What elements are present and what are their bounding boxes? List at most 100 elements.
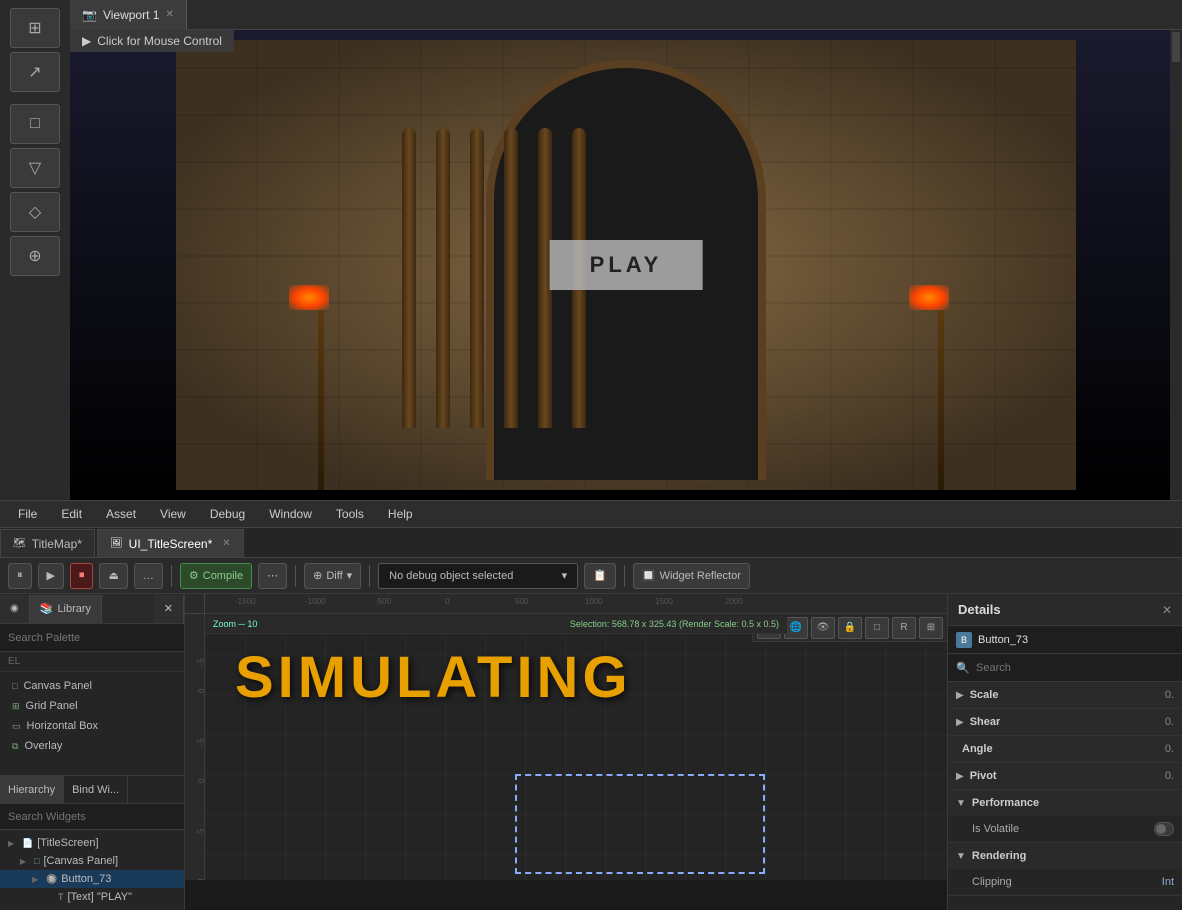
ruler-num-7: 1500 xyxy=(655,597,673,606)
step-btn[interactable]: ▶ xyxy=(38,563,64,589)
pause-btn[interactable]: ⏸ xyxy=(8,563,32,589)
tab-ui-titlescreen[interactable]: 🖼 UI_TitleScreen* ✕ xyxy=(97,529,244,557)
canvas-info-bar: Zoom ─ 10 Selection: 568.78 x 325.43 (Re… xyxy=(205,614,787,634)
compile-btn[interactable]: ⚙ Compile xyxy=(180,563,252,589)
section-performance-header[interactable]: ▼ Performance xyxy=(948,790,1182,816)
widget-grid-panel[interactable]: ⊞ Grid Panel xyxy=(0,696,184,716)
ruler-num-3: -500 xyxy=(375,597,391,606)
hbox-icon: ▭ xyxy=(12,721,21,732)
compile-options-btn[interactable]: ⋯ xyxy=(258,563,287,589)
hier-lock-btn[interactable]: 🔒 xyxy=(150,874,161,885)
section-rendering-header[interactable]: ▼ Rendering xyxy=(948,843,1182,869)
details-title: Details xyxy=(958,602,1001,617)
rendering-arrow: ▼ xyxy=(956,851,966,862)
viewport-close-btn[interactable]: ✕ xyxy=(165,9,173,20)
debug-icon-btn[interactable]: 📋 xyxy=(584,563,616,589)
gate-bar-4 xyxy=(504,128,518,428)
hier-eye-btn-2[interactable]: 👁 xyxy=(165,892,176,903)
section-scale-header[interactable]: ▶ Scale 0. xyxy=(948,682,1182,708)
toolbar-btn-2[interactable]: ↗ xyxy=(10,52,60,92)
canvas-globe-btn[interactable]: 🌐 xyxy=(784,617,808,639)
canvas-r-btn[interactable]: R xyxy=(892,617,916,639)
menu-file[interactable]: File xyxy=(8,503,47,525)
hierarchy-tab[interactable]: Hierarchy xyxy=(0,776,64,804)
menu-debug[interactable]: Debug xyxy=(200,503,255,525)
castle-scene: PLAY xyxy=(176,40,1076,490)
torch-stand-right xyxy=(938,310,944,490)
toolbar-btn-3[interactable]: □ xyxy=(10,104,60,144)
button73-label: Button_73 xyxy=(61,873,111,885)
hier-play-text[interactable]: T [Text] "PLAY" 🔒 👁 xyxy=(0,888,184,906)
stop-btn[interactable]: ⏹ xyxy=(70,563,94,589)
palette-tab-search[interactable]: ◉ xyxy=(0,595,30,623)
debug-dropdown[interactable]: No debug object selected ▾ xyxy=(378,563,578,589)
hier-eye-btn[interactable]: 👁 xyxy=(165,874,176,885)
palette-tab-library[interactable]: 📚 Library xyxy=(30,595,102,623)
compile-icon: ⚙ xyxy=(189,569,199,582)
hier-titlescreen[interactable]: ▶ 📄 [TitleScreen] xyxy=(0,834,184,852)
canvas-square-btn[interactable]: □ xyxy=(865,617,889,639)
mouse-control-arrow: ▶ xyxy=(82,34,91,48)
diff-arrow: ▾ xyxy=(347,569,353,582)
canvas-grid-btn[interactable]: ⊞ xyxy=(919,617,943,639)
details-search-input[interactable] xyxy=(948,654,1182,682)
canvas-lock-btn[interactable]: 🔒 xyxy=(838,617,862,639)
bind-widgets-tab[interactable]: Bind Wi... xyxy=(64,776,128,804)
scale-label: Scale xyxy=(970,689,1159,701)
diff-btn[interactable]: ⊕ Diff ▾ xyxy=(304,563,361,589)
canvas-panel-tree-label: [Canvas Panel] xyxy=(43,855,118,867)
widget-reflector-btn[interactable]: 🔲 Widget Reflector xyxy=(633,563,750,589)
canvas-content[interactable]: SIMULATING xyxy=(205,614,947,880)
is-volatile-toggle[interactable] xyxy=(1154,822,1174,836)
search-icon: 🔍 xyxy=(956,662,970,675)
toolbar-btn-1[interactable]: ⊞ xyxy=(10,8,60,48)
toolbar-btn-5[interactable]: ◇ xyxy=(10,192,60,232)
menu-view[interactable]: View xyxy=(150,503,196,525)
shear-label: Shear xyxy=(970,716,1159,728)
text-icon: T xyxy=(58,892,64,902)
hier-button73[interactable]: ▶ 🔘 Button_73 🔒 👁 xyxy=(0,870,184,888)
section-pivot-header[interactable]: ▶ Pivot 0. xyxy=(948,763,1182,789)
titlescreen-label: [TitleScreen] xyxy=(37,837,98,849)
toolbar-btn-6[interactable]: ⊕ xyxy=(10,236,60,276)
tab-titlemap[interactable]: 🗺 TitleMap* xyxy=(0,529,95,557)
toolbar-btn-4[interactable]: ▽ xyxy=(10,148,60,188)
viewport-bg[interactable]: PLAY xyxy=(70,30,1182,500)
section-angle-header[interactable]: Angle 0. xyxy=(948,736,1182,762)
reflector-label: Widget Reflector xyxy=(660,570,741,582)
viewport-tab-icon: 📷 xyxy=(82,8,97,22)
search-palette-input[interactable] xyxy=(0,624,184,652)
hier-canvas-panel[interactable]: ▶ □ [Canvas Panel] xyxy=(0,852,184,870)
options-btn[interactable]: … xyxy=(134,563,163,589)
details-close-btn[interactable]: ✕ xyxy=(1162,603,1172,617)
menu-help[interactable]: Help xyxy=(378,503,423,525)
hierarchy-tabs: Hierarchy Bind Wi... xyxy=(0,776,184,804)
menu-asset[interactable]: Asset xyxy=(96,503,146,525)
menu-tools[interactable]: Tools xyxy=(326,503,374,525)
hier-lock-btn-2[interactable]: 🔒 xyxy=(150,892,161,903)
canvas-icon: □ xyxy=(34,856,39,866)
menu-edit[interactable]: Edit xyxy=(51,503,92,525)
torch-left xyxy=(306,295,336,490)
viewport-main: 📷 Viewport 1 ✕ xyxy=(70,0,1182,500)
section-shear-header[interactable]: ▶ Shear 0. xyxy=(948,709,1182,735)
hierarchy-search-input[interactable] xyxy=(0,804,184,830)
canvas-eye-btn[interactable]: 👁 xyxy=(811,617,835,639)
menu-window[interactable]: Window xyxy=(259,503,322,525)
widget-horizontal-box[interactable]: ▭ Horizontal Box xyxy=(0,716,184,736)
play-button[interactable]: PLAY xyxy=(550,240,703,290)
widget-canvas-panel[interactable]: □ Canvas Panel xyxy=(0,676,184,696)
expand-icon-3: ▶ xyxy=(32,875,42,884)
tab-close-btn[interactable]: ✕ xyxy=(222,538,230,549)
reflector-icon: 🔲 xyxy=(642,569,656,582)
viewport-tab-bar: 📷 Viewport 1 ✕ xyxy=(70,0,1182,30)
mouse-control-label: Click for Mouse Control xyxy=(97,34,222,48)
viewport-scroll[interactable] xyxy=(1170,30,1182,500)
eject-btn[interactable]: ⏏ xyxy=(99,563,127,589)
clipping-row: Clipping Int xyxy=(948,869,1182,895)
widget-overlay[interactable]: ⧉ Overlay xyxy=(0,736,184,756)
palette-close-btn[interactable]: ✕ xyxy=(154,595,184,623)
mouse-control-bar[interactable]: ▶ Click for Mouse Control xyxy=(70,30,234,52)
shear-arrow: ▶ xyxy=(956,717,964,728)
viewport-tab[interactable]: 📷 Viewport 1 ✕ xyxy=(70,0,187,30)
